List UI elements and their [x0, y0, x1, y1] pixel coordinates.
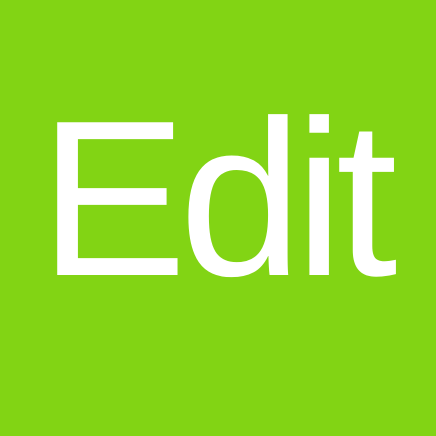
edit-label: Edit	[39, 75, 398, 323]
edit-tile[interactable]: Edit	[0, 0, 436, 436]
